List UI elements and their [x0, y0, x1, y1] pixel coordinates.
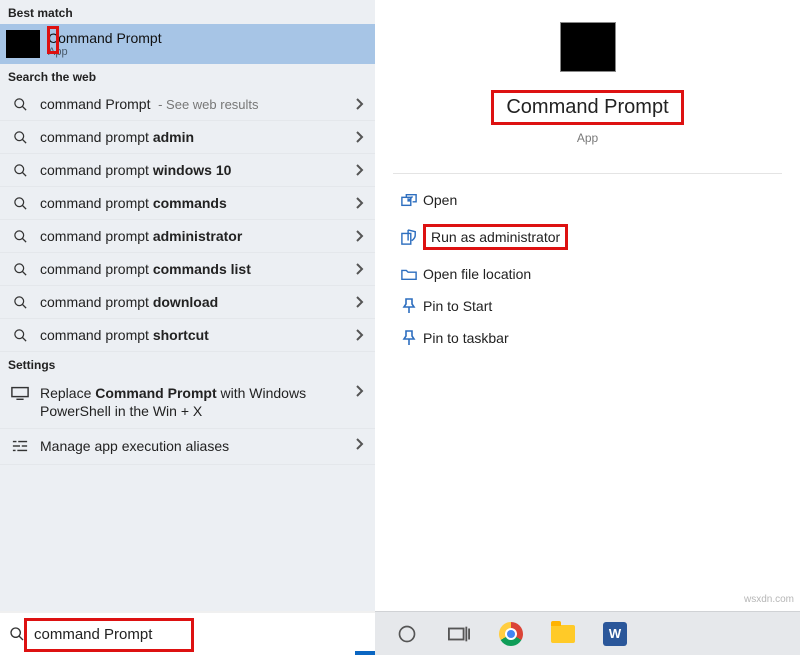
best-match-title: Command Prompt [48, 30, 162, 46]
highlight-box [24, 618, 194, 652]
web-result[interactable]: command prompt commands list [0, 253, 375, 286]
app-title: Command Prompt [506, 96, 668, 118]
cortana-icon[interactable] [393, 620, 421, 648]
cmd-icon [6, 30, 40, 58]
web-result-text: command Prompt - See web results [40, 96, 355, 112]
settings-item-icon [10, 437, 30, 453]
word-icon[interactable]: W [601, 620, 629, 648]
search-icon [10, 328, 30, 343]
settings-result[interactable]: Replace Command Prompt with Windows Powe… [0, 376, 375, 429]
file-explorer-icon[interactable] [549, 620, 577, 648]
web-result[interactable]: command prompt commands [0, 187, 375, 220]
search-results-pane: Best match Command Prompt App Search the… [0, 0, 375, 655]
action-list: Open Run as administrator Open file locati… [375, 180, 800, 354]
best-match-subtitle: App [48, 46, 162, 58]
web-result[interactable]: command prompt shortcut [0, 319, 375, 352]
best-match-header: Best match [0, 0, 375, 24]
action-label: Run as administrator [431, 229, 560, 245]
search-icon [10, 196, 30, 211]
pin-icon [395, 330, 423, 346]
settings-list: Replace Command Prompt with Windows Powe… [0, 376, 375, 465]
chevron-right-icon[interactable] [355, 196, 367, 210]
search-icon [10, 163, 30, 178]
search-web-header: Search the web [0, 64, 375, 88]
action-open[interactable]: Open [383, 184, 792, 216]
chevron-right-icon[interactable] [355, 163, 367, 177]
web-result[interactable]: command prompt admin [0, 121, 375, 154]
action-open-location[interactable]: Open file location [383, 258, 792, 290]
best-match-result[interactable]: Command Prompt App [0, 24, 375, 64]
search-icon [10, 262, 30, 277]
web-result-text: command prompt commands list [40, 261, 355, 277]
web-result-text: command prompt administrator [40, 228, 355, 244]
highlight-box: Run as administrator [423, 224, 568, 250]
shield-icon [395, 229, 423, 245]
action-label: Open [423, 192, 457, 208]
taskbar: W [375, 611, 800, 655]
action-pin-start[interactable]: Pin to Start [383, 290, 792, 322]
highlight-box: Command Prompt [491, 90, 683, 125]
web-result[interactable]: command prompt windows 10 [0, 154, 375, 187]
task-view-icon[interactable] [445, 620, 473, 648]
settings-item-text: Replace Command Prompt with Windows Powe… [40, 384, 355, 420]
app-hero: Command Prompt App [375, 0, 800, 145]
web-results-list: command Prompt - See web results command … [0, 88, 375, 352]
chevron-right-icon[interactable] [355, 130, 367, 144]
search-bar[interactable] [0, 611, 375, 655]
web-result-text: command prompt shortcut [40, 327, 355, 343]
app-subtitle: App [577, 131, 598, 145]
watermark: wsxdn.com [744, 594, 794, 605]
chevron-right-icon[interactable] [355, 328, 367, 342]
web-result-text: command prompt admin [40, 129, 355, 145]
cmd-icon [560, 22, 616, 72]
web-result-text: command prompt download [40, 294, 355, 310]
web-result-text: command prompt windows 10 [40, 162, 355, 178]
settings-result[interactable]: Manage app execution aliases [0, 429, 375, 464]
chevron-right-icon[interactable] [355, 295, 367, 309]
action-run-admin[interactable]: Run as administrator [383, 216, 792, 258]
chevron-right-icon[interactable] [355, 229, 367, 243]
settings-item-icon [10, 384, 30, 400]
chevron-right-icon[interactable] [355, 262, 367, 276]
settings-item-text: Manage app execution aliases [40, 437, 355, 455]
action-pin-taskbar[interactable]: Pin to taskbar [383, 322, 792, 354]
search-icon [10, 229, 30, 244]
search-icon [10, 130, 30, 145]
web-result[interactable]: command prompt download [0, 286, 375, 319]
focus-indicator [355, 651, 375, 655]
settings-header: Settings [0, 352, 375, 376]
web-result[interactable]: command prompt administrator [0, 220, 375, 253]
web-result-text: command prompt commands [40, 195, 355, 211]
search-icon [10, 295, 30, 310]
action-label: Pin to Start [423, 298, 492, 314]
chevron-right-icon[interactable] [355, 97, 367, 111]
search-icon [10, 97, 30, 112]
pin-icon [395, 298, 423, 314]
details-pane: Command Prompt App Open Run as administra… [375, 0, 800, 655]
action-label: Open file location [423, 266, 531, 282]
open-icon [395, 193, 423, 207]
action-label: Pin to taskbar [423, 330, 509, 346]
chrome-icon[interactable] [497, 620, 525, 648]
folder-icon [395, 267, 423, 281]
web-result[interactable]: command Prompt - See web results [0, 88, 375, 121]
divider [393, 173, 782, 174]
highlight-box [47, 26, 59, 54]
chevron-right-icon[interactable] [355, 437, 367, 451]
chevron-right-icon[interactable] [355, 384, 367, 398]
